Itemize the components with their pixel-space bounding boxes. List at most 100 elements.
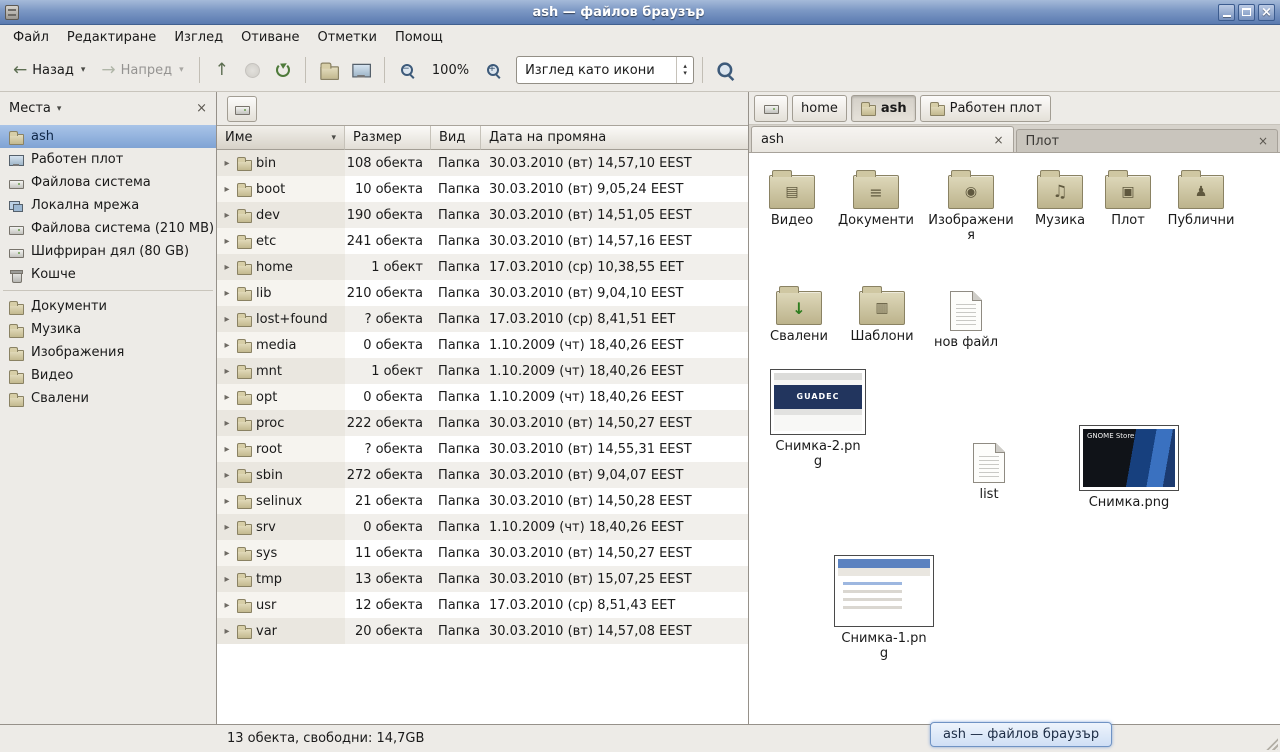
table-row[interactable]: ▸bin108 обектаПапка30.03.2010 (вт) 14,57… — [217, 150, 748, 176]
sidebar-close-icon[interactable]: × — [196, 101, 207, 116]
table-row[interactable]: ▸tmp13 обектаПапка30.03.2010 (вт) 15,07,… — [217, 566, 748, 592]
table-row[interactable]: ▸proc222 обектаПапка30.03.2010 (вт) 14,5… — [217, 410, 748, 436]
back-button[interactable]: ← Назад ▾ — [6, 53, 92, 87]
expander-icon[interactable]: ▸ — [222, 418, 232, 429]
icon-view-item[interactable]: ▥Шаблони — [839, 285, 925, 344]
resize-grip[interactable] — [1265, 737, 1278, 750]
table-row[interactable]: ▸boot10 обектаПапка30.03.2010 (вт) 9,05,… — [217, 176, 748, 202]
table-row[interactable]: ▸usr12 обектаПапка17.03.2010 (ср) 8,51,4… — [217, 592, 748, 618]
sidebar-item[interactable]: Файлова система (210 MB) — [0, 217, 216, 240]
table-row[interactable]: ▸lost+found? обектаПапка17.03.2010 (ср) … — [217, 306, 748, 332]
expander-icon[interactable]: ▸ — [222, 366, 232, 377]
taskbar-window-button[interactable]: ash — файлов браузър — [930, 722, 1112, 747]
sidebar-item[interactable]: Видео — [0, 364, 216, 387]
zoom-out-button[interactable]: − — [393, 53, 422, 87]
table-row[interactable]: ▸sys11 обектаПапка30.03.2010 (вт) 14,50,… — [217, 540, 748, 566]
expander-icon[interactable]: ▸ — [222, 444, 232, 455]
table-row[interactable]: ▸opt0 обектаПапка1.10.2009 (чт) 18,40,26… — [217, 384, 748, 410]
table-row[interactable]: ▸var20 обектаПапка30.03.2010 (вт) 14,57,… — [217, 618, 748, 644]
zoom-in-button[interactable]: + — [479, 53, 508, 87]
menu-item-0[interactable]: Файл — [4, 27, 58, 48]
titlebar[interactable]: ash — файлов браузър × — [0, 0, 1280, 25]
view-mode-select[interactable]: Изглед като икони ▴▾ — [516, 56, 694, 84]
sidebar-item[interactable]: Локална мрежа — [0, 194, 216, 217]
table-row[interactable]: ▸etc241 обектаПапка30.03.2010 (вт) 14,57… — [217, 228, 748, 254]
table-row[interactable]: ▸sbin272 обектаПапка30.03.2010 (вт) 9,04… — [217, 462, 748, 488]
table-row[interactable]: ▸dev190 обектаПапка30.03.2010 (вт) 14,51… — [217, 202, 748, 228]
expander-icon[interactable]: ▸ — [222, 314, 232, 325]
expander-icon[interactable]: ▸ — [222, 340, 232, 351]
menu-item-5[interactable]: Помощ — [386, 27, 452, 48]
icon-view-item[interactable]: Снимка-1.png — [841, 555, 927, 661]
expander-icon[interactable]: ▸ — [222, 574, 232, 585]
expander-icon[interactable]: ▸ — [222, 392, 232, 403]
expander-icon[interactable]: ▸ — [222, 626, 232, 637]
sidebar-item[interactable]: Изображения — [0, 341, 216, 364]
forward-button[interactable]: → Напред ▾ — [94, 53, 190, 87]
minimize-button[interactable] — [1218, 4, 1235, 21]
icon-view-item[interactable]: GNOME StoreСнимка.png — [1086, 425, 1172, 510]
icon-view-item[interactable]: ♟Публични — [1158, 169, 1244, 228]
tab-ash[interactable]: ash × — [751, 126, 1014, 152]
icon-view-item[interactable]: ↓Свалени — [756, 285, 842, 344]
icon-view-item[interactable]: нов файл — [923, 287, 1009, 350]
column-header-date[interactable]: Дата на промяна — [481, 126, 748, 150]
expander-icon[interactable]: ▸ — [222, 600, 232, 611]
expander-icon[interactable]: ▸ — [222, 548, 232, 559]
search-button[interactable] — [711, 53, 740, 87]
expander-icon[interactable]: ▸ — [222, 288, 232, 299]
sidebar-item[interactable]: Документи — [0, 295, 216, 318]
sidebar-title[interactable]: Места — [9, 101, 51, 116]
computer-button[interactable] — [346, 53, 376, 87]
menu-item-1[interactable]: Редактиране — [58, 27, 165, 48]
expander-icon[interactable]: ▸ — [222, 496, 232, 507]
sidebar-item[interactable]: Шифриран дял (80 GB) — [0, 240, 216, 263]
sidebar-item[interactable]: Работен плот — [0, 148, 216, 171]
expander-icon[interactable]: ▸ — [222, 158, 232, 169]
icon-view-item[interactable]: ≡Документи — [833, 169, 919, 228]
column-header-name[interactable]: Име ▾ — [217, 126, 345, 150]
table-row[interactable]: ▸media0 обектаПапка1.10.2009 (чт) 18,40,… — [217, 332, 748, 358]
menu-item-4[interactable]: Отметки — [308, 27, 385, 48]
tab-close-icon[interactable]: × — [993, 133, 1003, 147]
tab-plot[interactable]: Плот × — [1016, 129, 1279, 152]
sidebar-item[interactable]: Кошче — [0, 263, 216, 286]
expander-icon[interactable]: ▸ — [222, 210, 232, 221]
table-row[interactable]: ▸srv0 обектаПапка1.10.2009 (чт) 18,40,26… — [217, 514, 748, 540]
path-filesystem-button[interactable] — [754, 95, 788, 122]
path-button-home[interactable]: home — [792, 95, 847, 122]
table-row[interactable]: ▸lib210 обектаПапка30.03.2010 (вт) 9,04,… — [217, 280, 748, 306]
sidebar-item[interactable]: Музика — [0, 318, 216, 341]
home-button[interactable] — [314, 53, 344, 87]
table-row[interactable]: ▸root? обектаПапка30.03.2010 (вт) 14,55,… — [217, 436, 748, 462]
up-button[interactable]: ↑ — [208, 53, 236, 87]
view-mode-spinner[interactable]: ▴▾ — [676, 57, 693, 83]
table-row[interactable]: ▸mnt1 обектПапка1.10.2009 (чт) 18,40,26 … — [217, 358, 748, 384]
sidebar-item[interactable]: Файлова система — [0, 171, 216, 194]
filesystem-root-button[interactable] — [227, 96, 257, 122]
icon-view-item[interactable]: GUADECСнимка-2.png — [775, 369, 861, 469]
column-header-size[interactable]: Размер — [345, 126, 431, 150]
icon-view-item[interactable]: ◉Изображения — [928, 169, 1014, 243]
menu-item-3[interactable]: Отиване — [232, 27, 308, 48]
sidebar-selector-dropdown-icon[interactable]: ▾ — [57, 104, 62, 114]
table-row[interactable]: ▸home1 обектПапка17.03.2010 (ср) 10,38,5… — [217, 254, 748, 280]
path-button-desktop[interactable]: Работен плот — [920, 95, 1051, 122]
sidebar-item[interactable]: Свалени — [0, 387, 216, 410]
table-row[interactable]: ▸selinux21 обектаПапка30.03.2010 (вт) 14… — [217, 488, 748, 514]
close-button[interactable]: × — [1258, 4, 1275, 21]
expander-icon[interactable]: ▸ — [222, 522, 232, 533]
sidebar-item[interactable]: ash — [0, 125, 216, 148]
expander-icon[interactable]: ▸ — [222, 470, 232, 481]
icon-view-item[interactable]: ▤Видео — [749, 169, 835, 228]
icon-view-item[interactable]: list — [946, 439, 1032, 502]
reload-button[interactable] — [269, 53, 297, 87]
menu-item-2[interactable]: Изглед — [165, 27, 232, 48]
back-history-dropdown-icon[interactable]: ▾ — [81, 65, 86, 75]
expander-icon[interactable]: ▸ — [222, 184, 232, 195]
maximize-button[interactable] — [1238, 4, 1255, 21]
path-button-ash[interactable]: ash — [851, 95, 916, 122]
expander-icon[interactable]: ▸ — [222, 262, 232, 273]
tab-close-icon[interactable]: × — [1258, 134, 1268, 148]
column-header-type[interactable]: Вид — [431, 126, 481, 150]
